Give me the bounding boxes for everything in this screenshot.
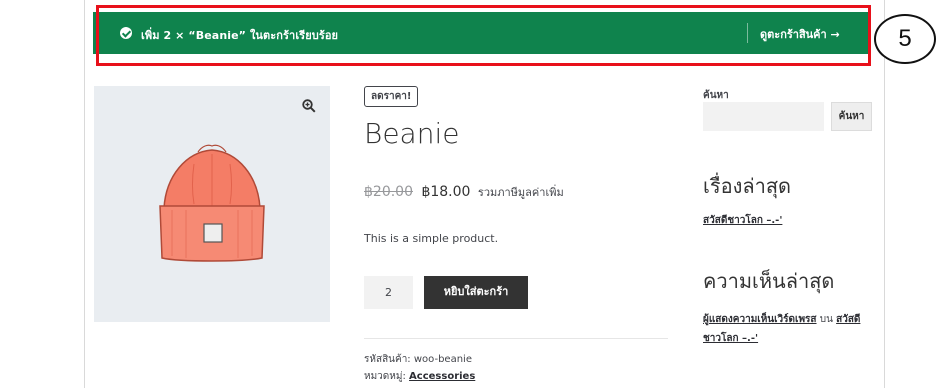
quantity-input[interactable]: 2: [364, 276, 413, 309]
sku-label: รหัสสินค้า:: [364, 354, 411, 365]
recent-posts-title: เรื่องล่าสุด: [703, 174, 792, 198]
sku-row: รหัสสินค้า: woo-beanie: [364, 352, 472, 367]
regular-price: ฿20.00: [364, 184, 413, 200]
tax-note: รวมภาษีมูลค่าเพิ่ม: [477, 186, 564, 199]
category-link[interactable]: Accessories: [409, 371, 475, 382]
step-number-badge: 5: [874, 14, 936, 64]
recent-comments-title: ความเห็นล่าสุด: [703, 269, 835, 293]
search-button[interactable]: ค้นหา: [831, 102, 872, 131]
sale-badge: ลดราคา!: [364, 86, 419, 107]
recent-comment-item: ผู้แสดงความเห็นเวิร์ดเพรส บน สวัสดีชาวโล…: [703, 310, 873, 348]
comment-on-text: บน: [819, 314, 833, 325]
category-row: หมวดหมู่: Accessories: [364, 369, 475, 384]
category-label: หมวดหมู่:: [364, 371, 406, 382]
recent-post-link[interactable]: สวัสดีชาวโลก –.-': [703, 213, 782, 228]
search-input[interactable]: [703, 102, 824, 131]
annotation-highlight-box: [96, 5, 871, 66]
comment-author-link[interactable]: ผู้แสดงความเห็นเวิร์ดเพรส: [703, 314, 817, 325]
search-label: ค้นหา: [703, 90, 729, 101]
sku-value: woo-beanie: [413, 354, 472, 365]
product-image[interactable]: [94, 86, 330, 322]
add-to-cart-button[interactable]: หยิบใส่ตะกร้า: [424, 276, 528, 309]
product-price: ฿20.00 ฿18.00 รวมภาษีมูลค่าเพิ่ม: [364, 183, 564, 201]
meta-divider: [364, 338, 668, 339]
beanie-hat-image: [159, 144, 265, 262]
product-title: Beanie: [364, 117, 460, 150]
zoom-in-icon[interactable]: [302, 99, 316, 113]
sale-price: ฿18.00: [421, 184, 471, 200]
short-description: This is a simple product.: [364, 232, 499, 245]
